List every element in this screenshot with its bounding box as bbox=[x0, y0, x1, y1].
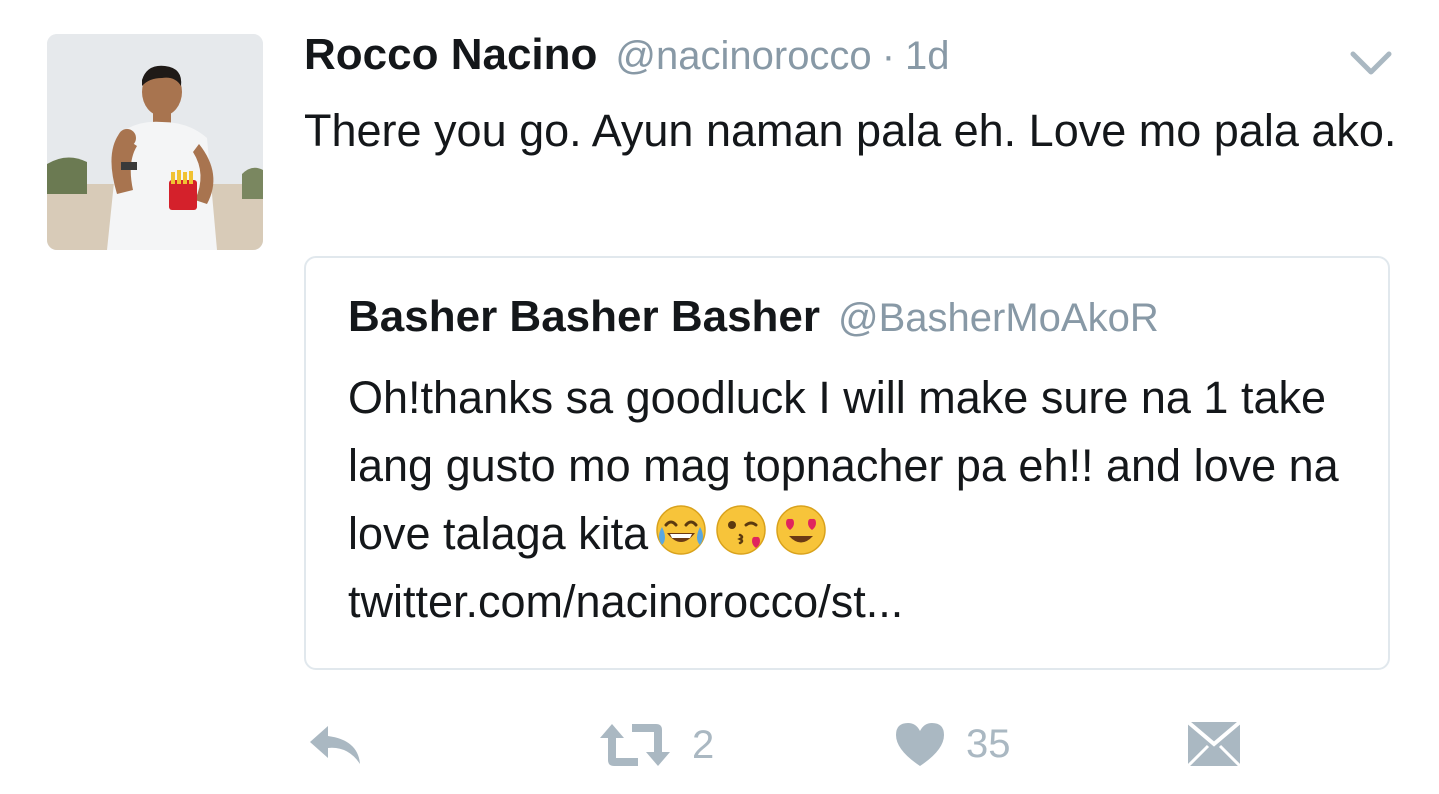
face-blowing-kiss-icon bbox=[714, 503, 768, 557]
like-button[interactable]: 35 bbox=[894, 720, 1011, 768]
quoted-tweet-card[interactable]: Basher Basher Basher @BasherMoAkoR Oh!th… bbox=[304, 256, 1390, 670]
quoted-tweet-header: Basher Basher Basher @BasherMoAkoR bbox=[348, 292, 1159, 342]
author-handle[interactable]: @nacinorocco bbox=[615, 34, 871, 79]
direct-message-button[interactable] bbox=[1186, 720, 1242, 768]
heart-icon bbox=[894, 720, 946, 768]
tweet-text: There you go. Ayun naman pala eh. Love m… bbox=[304, 105, 1397, 156]
author-name[interactable]: Rocco Nacino bbox=[304, 30, 597, 80]
retweet-button[interactable]: 2 bbox=[598, 720, 714, 770]
quoted-text-body: Oh!thanks sa goodluck I will make sure n… bbox=[348, 372, 1339, 559]
chevron-down-icon[interactable] bbox=[1348, 44, 1394, 80]
avatar-photo bbox=[47, 34, 263, 250]
avatar[interactable] bbox=[47, 34, 263, 250]
like-count: 35 bbox=[966, 721, 1011, 766]
face-with-tears-of-joy-icon bbox=[654, 503, 708, 557]
quoted-tweet-text: Oh!thanks sa goodluck I will make sure n… bbox=[348, 364, 1358, 636]
quoted-author-handle: @BasherMoAkoR bbox=[838, 296, 1159, 340]
reply-icon bbox=[306, 722, 366, 768]
quoted-link[interactable]: twitter.com/nacinorocco/st... bbox=[348, 568, 1358, 636]
separator-dot: · bbox=[881, 34, 896, 78]
retweet-count: 2 bbox=[692, 722, 715, 767]
quoted-author-name: Basher Basher Basher bbox=[348, 292, 821, 341]
tweet-header: Rocco Nacino @nacinorocco · 1d bbox=[304, 30, 950, 86]
smiling-face-with-heart-eyes-icon bbox=[774, 503, 828, 557]
envelope-icon bbox=[1186, 720, 1242, 768]
retweet-icon bbox=[598, 720, 672, 770]
tweet-timestamp[interactable]: 1d bbox=[905, 34, 950, 79]
tweet-actions: 2 35 bbox=[0, 714, 1439, 784]
reply-button[interactable] bbox=[306, 722, 366, 768]
